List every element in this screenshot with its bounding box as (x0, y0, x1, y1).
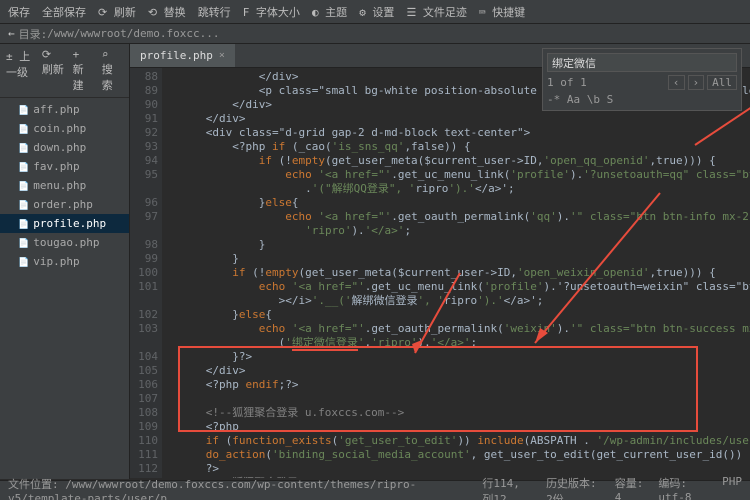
status-lang: PHP (722, 475, 742, 500)
search-result: 1 of 1 (547, 76, 587, 89)
path-label: 目录: (19, 26, 48, 42)
file-item[interactable]: fav.php (0, 157, 129, 176)
settings-btn[interactable]: ⚙ 设置 (359, 4, 394, 20)
prev-match-btn[interactable]: ‹ (668, 75, 685, 90)
status-pos: 行114, 列12 (482, 475, 534, 500)
close-icon[interactable]: × (219, 50, 225, 61)
refresh-btn[interactable]: ⟳ 刷新 (42, 48, 65, 93)
font-btn[interactable]: F 字体大小 (243, 4, 300, 20)
saveall-btn[interactable]: 全部保存 (42, 4, 86, 20)
status-history: 历史版本: 2份 (546, 475, 603, 500)
goto-btn[interactable]: 跳转行 (198, 4, 231, 20)
search-input[interactable] (547, 53, 737, 72)
file-item[interactable]: profile.php (0, 214, 129, 233)
filetabs-btn[interactable]: ☰ 文件足迹 (406, 4, 466, 20)
sidebar-tools: ± 上一级 ⟳ 刷新 + 新建 ⌕ 搜索 (0, 44, 129, 98)
file-item[interactable]: vip.php (0, 252, 129, 271)
file-item[interactable]: menu.php (0, 176, 129, 195)
all-btn[interactable]: All (707, 75, 737, 90)
file-list: aff.phpcoin.phpdown.phpfav.phpmenu.phpor… (0, 98, 129, 273)
path-text: /www/wwwroot/demo.foxcc... (47, 27, 219, 40)
main-toolbar: 保存 全部保存 ⟳ 刷新 ⟲ 替换 跳转行 F 字体大小 ◐ 主题 ⚙ 设置 ☰… (0, 0, 750, 24)
shortcuts-btn[interactable]: ⌨ 快捷键 (479, 4, 525, 20)
search-btn[interactable]: ⌕ 搜索 (102, 48, 123, 93)
file-item[interactable]: coin.php (0, 119, 129, 138)
file-item[interactable]: aff.php (0, 100, 129, 119)
tab-profile[interactable]: profile.php × (130, 44, 235, 67)
file-sidebar: ± 上一级 ⟳ 刷新 + 新建 ⌕ 搜索 aff.phpcoin.phpdown… (0, 44, 130, 479)
back-icon[interactable]: ← (8, 27, 15, 40)
code-view[interactable]: 8889909192939495969798991001011021031041… (130, 68, 750, 478)
search-panel: 1 of 1 ‹ › All -* Aa \b S (542, 48, 742, 111)
line-gutter: 8889909192939495969798991001011021031041… (130, 68, 162, 478)
path-bar: ← 目录: /www/wwwroot/demo.foxcc... (0, 24, 750, 44)
up-btn[interactable]: ± 上一级 (6, 48, 34, 93)
file-item[interactable]: tougao.php (0, 233, 129, 252)
refresh-btn[interactable]: ⟳ 刷新 (98, 4, 136, 20)
status-enc: 编码: utf-8 (658, 475, 710, 500)
status-size: 容量: 4 (615, 475, 647, 500)
search-opts: -* Aa \b S (547, 93, 613, 106)
tab-label: profile.php (140, 49, 213, 62)
file-item[interactable]: down.php (0, 138, 129, 157)
status-bar: 文件位置: /www/wwwroot/demo.foxccs.com/wp-co… (0, 480, 750, 500)
replace-btn[interactable]: ⟲ 替换 (148, 4, 186, 20)
status-filepath: 文件位置: /www/wwwroot/demo.foxccs.com/wp-co… (8, 476, 482, 500)
new-btn[interactable]: + 新建 (73, 48, 94, 93)
next-match-btn[interactable]: › (688, 75, 705, 90)
code-lines[interactable]: </div> <p class="small bg-white position… (166, 70, 750, 478)
theme-btn[interactable]: ◐ 主题 (312, 4, 347, 20)
file-item[interactable]: order.php (0, 195, 129, 214)
save-btn[interactable]: 保存 (8, 4, 30, 20)
